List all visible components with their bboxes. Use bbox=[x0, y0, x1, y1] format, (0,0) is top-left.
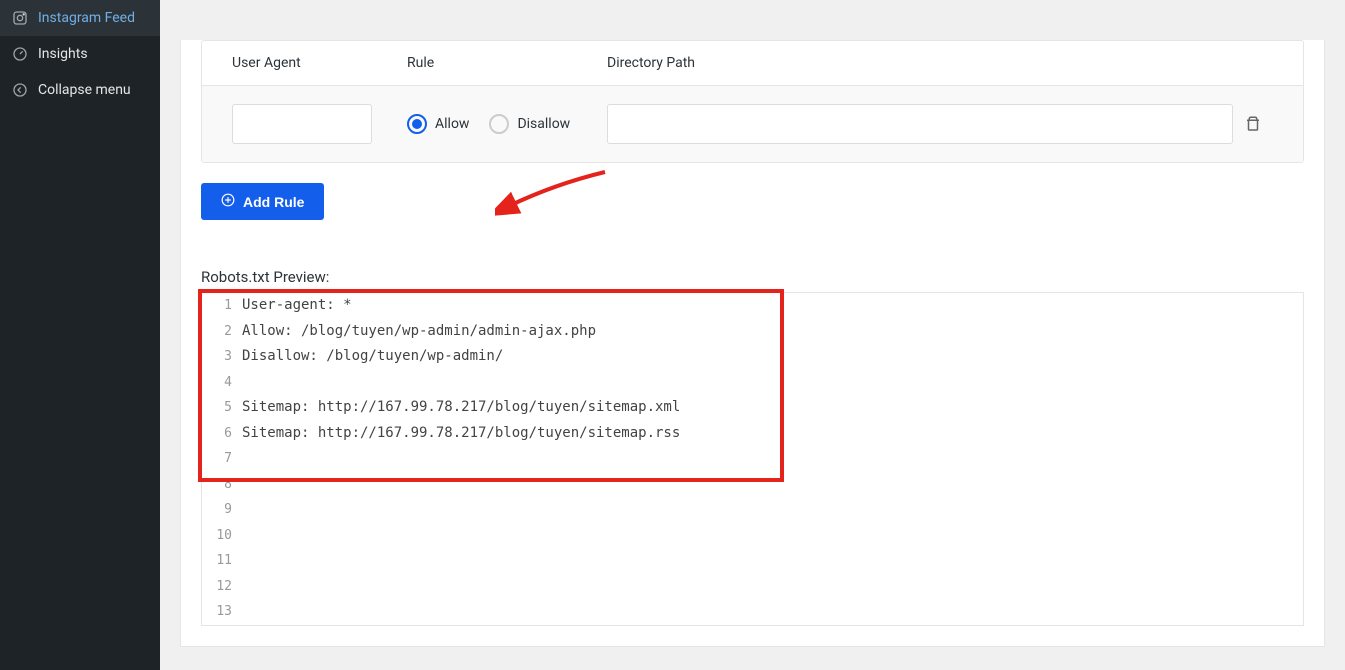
sidebar-item-instagram-feed[interactable]: Instagram Feed bbox=[0, 0, 160, 36]
gauge-icon bbox=[10, 44, 30, 64]
line-number: 3 bbox=[202, 344, 242, 370]
code-line[interactable]: 6Sitemap: http://167.99.78.217/blog/tuye… bbox=[202, 421, 1303, 447]
line-content bbox=[242, 472, 1303, 498]
main-content: User Agent Rule Directory Path Allow bbox=[160, 0, 1345, 670]
line-number: 2 bbox=[202, 319, 242, 345]
sidebar-item-insights[interactable]: Insights bbox=[0, 36, 160, 72]
code-line[interactable]: 4 bbox=[202, 370, 1303, 396]
column-header-directory-path: Directory Path bbox=[607, 55, 1233, 71]
user-agent-input[interactable] bbox=[232, 104, 372, 144]
column-header-actions bbox=[1233, 55, 1273, 71]
add-rule-button[interactable]: Add Rule bbox=[201, 183, 324, 220]
line-content bbox=[242, 599, 1303, 625]
rules-table-header: User Agent Rule Directory Path bbox=[202, 41, 1303, 85]
code-line[interactable]: 7 bbox=[202, 446, 1303, 472]
line-number: 7 bbox=[202, 446, 242, 472]
line-content: Sitemap: http://167.99.78.217/blog/tuyen… bbox=[242, 395, 1303, 421]
line-content bbox=[242, 548, 1303, 574]
line-content bbox=[242, 446, 1303, 472]
code-line[interactable]: 12 bbox=[202, 574, 1303, 600]
code-line[interactable]: 3Disallow: /blog/tuyen/wp-admin/ bbox=[202, 344, 1303, 370]
robots-editor-card: User Agent Rule Directory Path Allow bbox=[180, 40, 1325, 647]
allow-radio[interactable]: Allow bbox=[407, 114, 469, 134]
line-content: Allow: /blog/tuyen/wp-admin/admin-ajax.p… bbox=[242, 319, 1303, 345]
line-number: 10 bbox=[202, 523, 242, 549]
line-content bbox=[242, 497, 1303, 523]
preview-label: Robots.txt Preview: bbox=[201, 268, 1304, 286]
line-number: 13 bbox=[202, 599, 242, 625]
code-line[interactable]: 11 bbox=[202, 548, 1303, 574]
sidebar-item-label: Collapse menu bbox=[38, 82, 131, 98]
line-number: 5 bbox=[202, 395, 242, 421]
robots-preview-editor[interactable]: 1User-agent: *2Allow: /blog/tuyen/wp-adm… bbox=[201, 292, 1304, 626]
radio-unchecked-icon bbox=[489, 114, 509, 134]
column-header-user-agent: User Agent bbox=[232, 55, 407, 71]
admin-sidebar: Instagram Feed Insights Collapse menu bbox=[0, 0, 160, 670]
directory-path-input[interactable] bbox=[607, 104, 1233, 144]
sidebar-item-label: Insights bbox=[38, 46, 88, 62]
add-rule-label: Add Rule bbox=[243, 194, 304, 210]
code-line[interactable]: 8 bbox=[202, 472, 1303, 498]
line-number: 4 bbox=[202, 370, 242, 396]
rule-row: Allow Disallow bbox=[202, 85, 1303, 162]
line-content bbox=[242, 574, 1303, 600]
line-content: Disallow: /blog/tuyen/wp-admin/ bbox=[242, 344, 1303, 370]
line-number: 1 bbox=[202, 293, 242, 319]
code-line[interactable]: 13 bbox=[202, 599, 1303, 625]
code-line[interactable]: 10 bbox=[202, 523, 1303, 549]
code-line[interactable]: 1User-agent: * bbox=[202, 293, 1303, 319]
sidebar-item-collapse-menu[interactable]: Collapse menu bbox=[0, 72, 160, 108]
column-header-rule: Rule bbox=[407, 55, 607, 71]
instagram-icon bbox=[10, 8, 30, 28]
code-line[interactable]: 5Sitemap: http://167.99.78.217/blog/tuye… bbox=[202, 395, 1303, 421]
plus-circle-icon bbox=[221, 193, 235, 210]
trash-icon[interactable] bbox=[1233, 115, 1273, 133]
disallow-label: Disallow bbox=[517, 116, 570, 132]
line-number: 9 bbox=[202, 497, 242, 523]
line-number: 11 bbox=[202, 548, 242, 574]
line-content: Sitemap: http://167.99.78.217/blog/tuyen… bbox=[242, 421, 1303, 447]
line-number: 8 bbox=[202, 472, 242, 498]
disallow-radio[interactable]: Disallow bbox=[489, 114, 570, 134]
allow-label: Allow bbox=[435, 116, 469, 132]
line-number: 6 bbox=[202, 421, 242, 447]
line-number: 12 bbox=[202, 574, 242, 600]
line-content: User-agent: * bbox=[242, 293, 1303, 319]
code-line[interactable]: 2Allow: /blog/tuyen/wp-admin/admin-ajax.… bbox=[202, 319, 1303, 345]
sidebar-item-label: Instagram Feed bbox=[38, 10, 135, 26]
radio-checked-icon bbox=[407, 114, 427, 134]
line-content bbox=[242, 523, 1303, 549]
collapse-icon bbox=[10, 80, 30, 100]
rules-table: User Agent Rule Directory Path Allow bbox=[201, 40, 1304, 163]
line-content bbox=[242, 370, 1303, 396]
code-line[interactable]: 9 bbox=[202, 497, 1303, 523]
rule-radio-group: Allow Disallow bbox=[407, 114, 607, 134]
